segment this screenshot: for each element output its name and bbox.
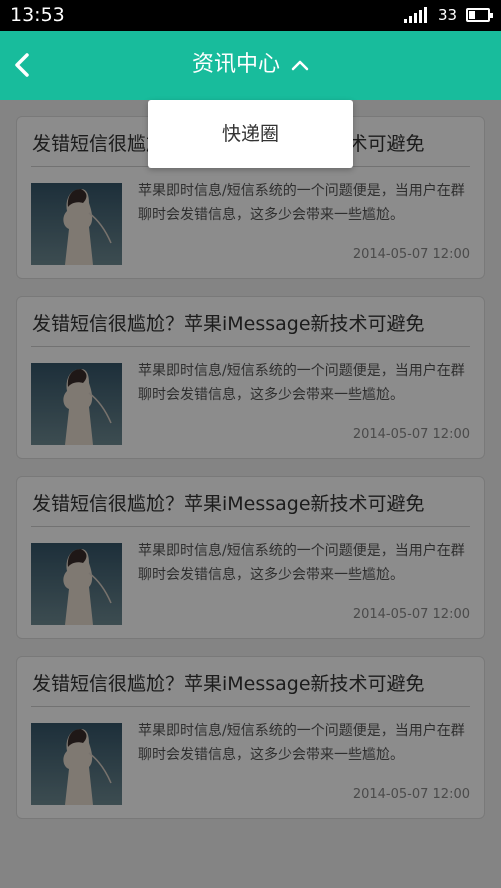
chevron-left-icon: [15, 53, 29, 77]
title-dropdown-menu: 快递圈: [148, 100, 353, 168]
status-bar: 13:53 33: [0, 0, 501, 31]
back-button[interactable]: [8, 45, 48, 85]
chevron-up-icon: [291, 60, 309, 71]
signal-icon: [404, 7, 428, 23]
title-dropdown-toggle[interactable]: 资讯中心: [140, 45, 361, 85]
status-time: 13:53: [10, 4, 65, 26]
battery-icon: [466, 8, 493, 22]
app-header: 资讯中心: [0, 31, 501, 100]
dropdown-item-kuaidiquan[interactable]: 快递圈: [148, 100, 353, 168]
modal-overlay[interactable]: [0, 100, 501, 888]
page-title: 资讯中心: [191, 52, 280, 77]
battery-percent: 33: [438, 6, 458, 24]
